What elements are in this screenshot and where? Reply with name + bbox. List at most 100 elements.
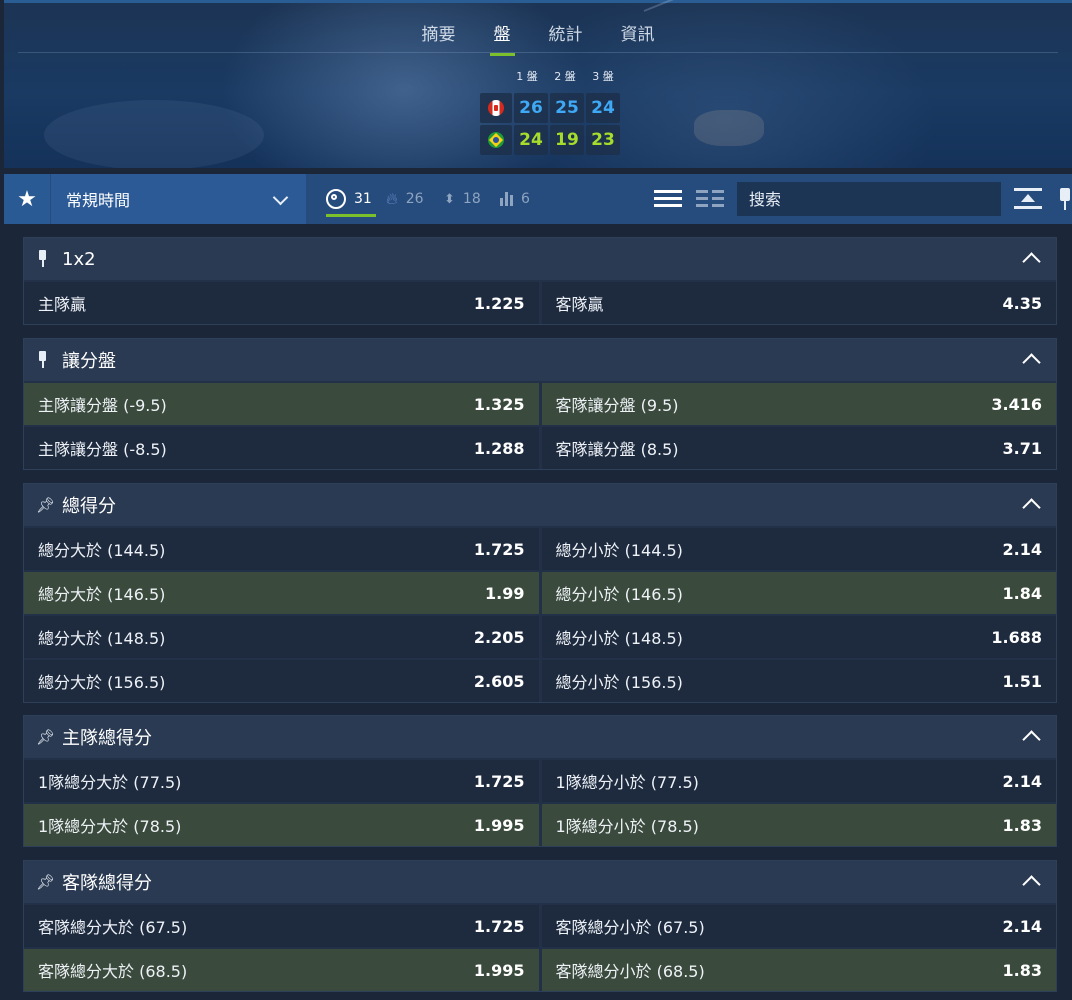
odds-value: 1.288: [473, 438, 525, 458]
filter-all-markets[interactable]: 31: [326, 174, 376, 224]
fire-icon: 🔥︎: [386, 189, 398, 208]
odds-value: 1.995: [473, 960, 525, 980]
home-team-score-row: 26 25 24: [480, 93, 620, 123]
pin-icon[interactable]: 📌︎: [36, 496, 55, 514]
match-tabs: 摘要 盤 統計 資訊: [4, 20, 1072, 56]
odds-row: 總分大於 (146.5) 1.99 總分小於 (146.5) 1.84: [24, 570, 1056, 614]
odds-value: 2.14: [1002, 539, 1042, 559]
odds-button[interactable]: 總分大於 (146.5) 1.99: [24, 570, 539, 614]
odds-button[interactable]: 客隊讓分盤 (9.5) 3.416: [538, 381, 1056, 425]
market-away-total: 📌︎ 客隊總得分 客隊總分大於 (67.5) 1.725 客隊總分小於 (67.5…: [23, 860, 1057, 992]
odds-button[interactable]: 1隊總分大於 (78.5) 1.995: [24, 802, 539, 846]
market-header[interactable]: 讓分盤: [24, 339, 1056, 381]
chevron-up-icon[interactable]: [1022, 353, 1041, 372]
odds-value: 1.51: [1002, 671, 1042, 691]
star-icon: ★: [17, 186, 37, 212]
home-set-score: 24: [586, 93, 620, 123]
filter-stats[interactable]: 6: [500, 174, 530, 224]
market-header[interactable]: 📌︎ 總得分: [24, 484, 1056, 526]
odds-value: 1.725: [473, 916, 525, 936]
pin-icon[interactable]: [1058, 188, 1072, 210]
set-headers: 1 盤 2 盤 3 盤: [515, 68, 615, 84]
odds-button[interactable]: 1隊總分小於 (77.5) 2.14: [538, 758, 1056, 802]
search-input[interactable]: [737, 182, 1001, 216]
favorite-star-button[interactable]: ★: [4, 174, 50, 224]
odds-row: 1隊總分大於 (77.5) 1.725 1隊總分小於 (77.5) 2.14: [24, 758, 1056, 802]
odds-button[interactable]: 客隊讓分盤 (8.5) 3.71: [538, 425, 1056, 469]
odds-button[interactable]: 總分大於 (144.5) 1.725: [24, 526, 539, 570]
odds-value: 2.14: [1002, 771, 1042, 791]
odds-button[interactable]: 總分小於 (144.5) 2.14: [538, 526, 1056, 570]
collapse-all-icon[interactable]: [1014, 188, 1042, 210]
odds-value: 1.725: [473, 771, 525, 791]
selection-name: 1隊總分大於 (77.5): [38, 773, 182, 792]
market-home-total: 📌︎ 主隊總得分 1隊總分大於 (77.5) 1.725 1隊總分小於 (77.5…: [23, 715, 1057, 847]
odds-button[interactable]: 總分小於 (156.5) 1.51: [538, 658, 1056, 702]
pin-icon[interactable]: [36, 351, 50, 369]
away-set-score: 19: [550, 125, 584, 155]
period-dropdown[interactable]: 常規時間: [51, 174, 306, 224]
header-top-line: [4, 0, 1072, 3]
canada-flag-icon: [488, 100, 504, 116]
filter-popular[interactable]: 🔥︎ 26: [386, 174, 424, 224]
market-header[interactable]: 📌︎ 主隊總得分: [24, 716, 1056, 758]
filter-handicap[interactable]: ⬍ 18: [444, 174, 481, 224]
away-flag-cell: [480, 125, 512, 155]
odds-button[interactable]: 客隊總分小於 (67.5) 2.14: [538, 903, 1056, 947]
market-header[interactable]: 📌︎ 客隊總得分: [24, 861, 1056, 903]
match-header: 摘要 盤 統計 資訊 1 盤 2 盤 3 盤 26 25 24 24 19 23: [4, 0, 1072, 168]
odds-row: 1隊總分大於 (78.5) 1.995 1隊總分小於 (78.5) 1.83: [24, 802, 1056, 846]
list-view-icon[interactable]: [654, 190, 682, 208]
odds-value: 3.71: [1002, 438, 1042, 458]
market-1x2: 1x2 主隊贏 1.225 客隊贏 4.35: [23, 237, 1057, 325]
odds-value: 3.416: [991, 394, 1042, 414]
pin-icon[interactable]: [36, 250, 50, 268]
odds-button[interactable]: 1隊總分小於 (78.5) 1.83: [538, 802, 1056, 846]
set-header: 2 盤: [554, 70, 576, 83]
odds-button[interactable]: 總分大於 (148.5) 2.205: [24, 614, 539, 658]
market-filter-bar: ★ 常規時間 31 🔥︎ 26 ⬍ 18 6: [4, 174, 1072, 224]
odds-value: 4.35: [1002, 293, 1042, 313]
tab-info[interactable]: 資訊: [619, 20, 657, 55]
odds-button[interactable]: 主隊讓分盤 (-8.5) 1.288: [24, 425, 539, 469]
odds-button[interactable]: 客隊總分大於 (67.5) 1.725: [24, 903, 539, 947]
odds-row: 總分大於 (156.5) 2.605 總分小於 (156.5) 1.51: [24, 658, 1056, 702]
market-title: 主隊總得分: [62, 728, 152, 749]
chevron-up-icon[interactable]: [1022, 875, 1041, 894]
selection-name: 總分大於 (148.5): [38, 629, 166, 648]
odds-button[interactable]: 1隊總分大於 (77.5) 1.725: [24, 758, 539, 802]
odds-value: 1.225: [473, 293, 525, 313]
odds-value: 2.14: [1002, 916, 1042, 936]
tab-stats[interactable]: 統計: [547, 20, 585, 55]
market-header[interactable]: 1x2: [24, 238, 1056, 280]
selection-name: 1隊總分小於 (78.5): [555, 817, 699, 836]
selection-name: 總分小於 (146.5): [555, 585, 683, 604]
tab-markets[interactable]: 盤: [489, 20, 515, 56]
odds-button[interactable]: 總分大於 (156.5) 2.605: [24, 658, 539, 702]
odds-value: 1.725: [473, 539, 525, 559]
two-column-view-icon[interactable]: [696, 190, 724, 208]
odds-button[interactable]: 客隊總分小於 (68.5) 1.83: [538, 947, 1056, 991]
odds-button[interactable]: 客隊總分大於 (68.5) 1.995: [24, 947, 539, 991]
odds-value: 1.84: [1002, 583, 1042, 603]
filter-count: 18: [462, 191, 481, 207]
pin-icon[interactable]: 📌︎: [36, 728, 55, 746]
market-title: 客隊總得分: [62, 873, 152, 894]
odds-button[interactable]: 總分小於 (148.5) 1.688: [538, 614, 1056, 658]
odds-row: 客隊總分大於 (67.5) 1.725 客隊總分小於 (67.5) 2.14: [24, 903, 1056, 947]
chevron-up-icon[interactable]: [1022, 252, 1041, 271]
odds-button[interactable]: 客隊贏 4.35: [538, 280, 1056, 324]
market-title: 總得分: [62, 496, 116, 517]
odds-button[interactable]: 主隊讓分盤 (-9.5) 1.325: [24, 381, 539, 425]
bar-chart-icon: [500, 192, 513, 206]
pin-icon[interactable]: 📌︎: [36, 873, 55, 891]
home-set-score: 25: [550, 93, 584, 123]
chevron-up-icon[interactable]: [1022, 730, 1041, 749]
tab-summary[interactable]: 摘要: [420, 20, 458, 55]
chevron-down-icon: [272, 189, 289, 206]
chevron-up-icon[interactable]: [1022, 498, 1041, 517]
odds-button[interactable]: 主隊贏 1.225: [24, 280, 539, 324]
odds-row: 主隊讓分盤 (-8.5) 1.288 客隊讓分盤 (8.5) 3.71: [24, 425, 1056, 469]
odds-button[interactable]: 總分小於 (146.5) 1.84: [538, 570, 1056, 614]
selection-name: 客隊讓分盤 (8.5): [555, 440, 679, 459]
